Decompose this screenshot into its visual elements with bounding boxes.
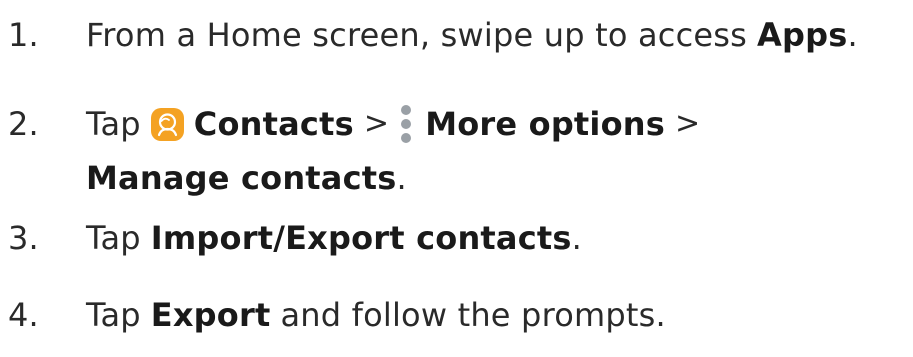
- manage-contacts-label: Manage contacts: [86, 159, 397, 197]
- chevron-separator: >: [675, 106, 701, 141]
- step-text: Tap: [86, 105, 141, 143]
- period: .: [396, 159, 407, 197]
- chevron-separator: >: [363, 106, 390, 141]
- more-options-label: More options: [425, 105, 666, 143]
- step-number: 1.: [8, 16, 39, 54]
- more-options-icon: [399, 104, 413, 144]
- step-1: 1. From a Home screen, swipe up to acces…: [0, 10, 858, 60]
- period: .: [571, 219, 583, 257]
- step-text: Tap: [86, 219, 141, 257]
- step-text: From a Home screen, swipe up to access: [86, 16, 748, 54]
- contacts-label: Contacts: [193, 105, 354, 143]
- step-number: 2.: [8, 105, 39, 143]
- instruction-steps: 1. From a Home screen, swipe up to acces…: [0, 0, 913, 357]
- step-2-continued: Manage contacts .: [0, 153, 407, 203]
- export-label: Export: [150, 296, 271, 334]
- step-number: 4.: [8, 296, 39, 334]
- step-3: 3. Tap Import/Export contacts .: [0, 213, 582, 263]
- step-text-tail: and follow the prompts.: [280, 296, 666, 334]
- apps-label: Apps: [757, 16, 848, 54]
- contacts-app-icon: [150, 107, 184, 141]
- period: .: [847, 16, 858, 54]
- step-4: 4. Tap Export and follow the prompts.: [0, 290, 666, 340]
- step-text: Tap: [86, 296, 141, 334]
- import-export-label: Import/Export contacts: [150, 219, 572, 257]
- step-number: 3.: [8, 219, 39, 257]
- step-2: 2. Tap Contacts > More options >: [0, 99, 710, 149]
